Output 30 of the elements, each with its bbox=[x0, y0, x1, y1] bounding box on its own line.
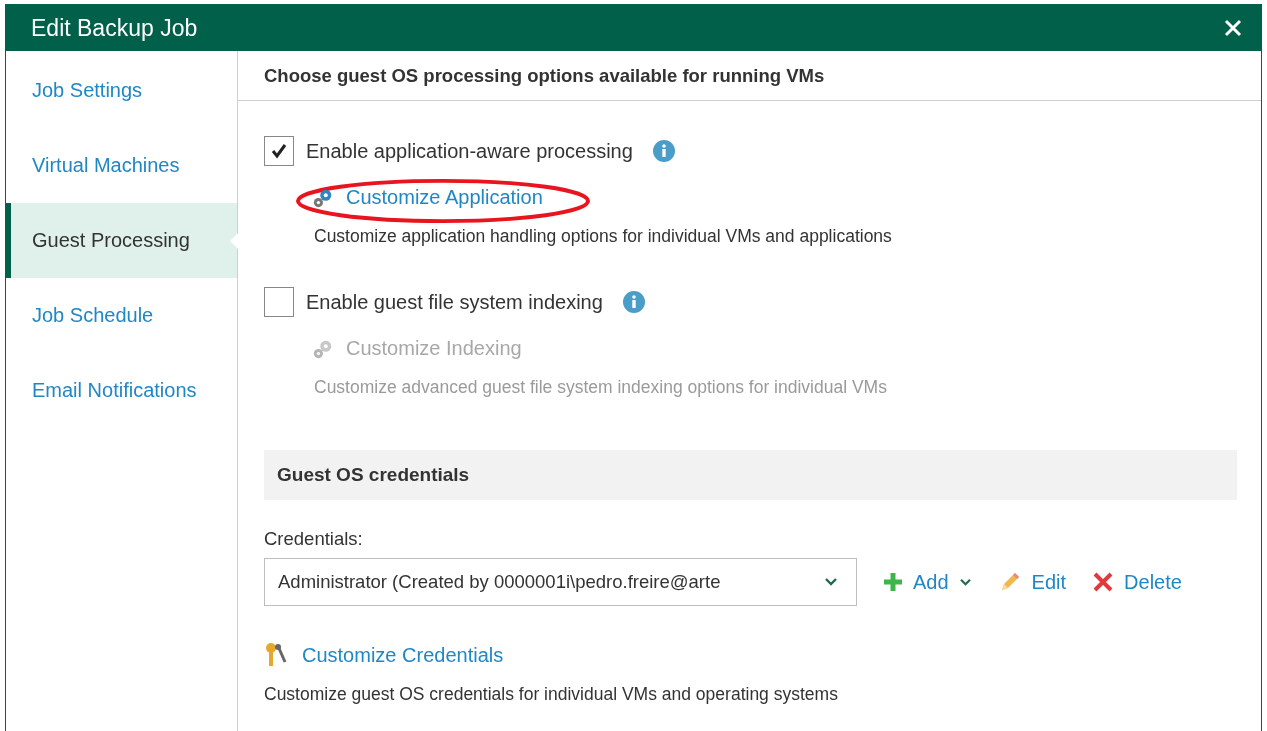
customize-credentials-link[interactable]: Customize Credentials bbox=[264, 642, 504, 668]
close-icon[interactable] bbox=[1223, 18, 1243, 38]
checkbox[interactable] bbox=[264, 136, 294, 166]
info-icon[interactable] bbox=[652, 140, 675, 162]
delete-button[interactable]: Delete bbox=[1092, 570, 1182, 594]
chevron-down-icon bbox=[824, 577, 838, 587]
credentials-dropdown[interactable]: Administrator (Created by 0000001i\pedro.freire@arte bbox=[264, 558, 857, 606]
section-title: Guest OS credentials bbox=[277, 464, 470, 486]
checkbox-label: Enable application-aware processing bbox=[306, 139, 633, 163]
info-icon[interactable] bbox=[622, 291, 645, 313]
field-label: Credentials: bbox=[264, 528, 364, 550]
checkbox[interactable] bbox=[264, 287, 294, 317]
sidebar-item[interactable]: Job Schedule bbox=[6, 278, 237, 353]
chevron-down-icon bbox=[958, 577, 972, 587]
edit-button[interactable]: Edit bbox=[997, 570, 1067, 594]
credentials-description: Customize guest OS credentials for individual VMs and operating systems bbox=[264, 684, 839, 705]
sidebar-item[interactable]: Guest Processing bbox=[6, 203, 237, 278]
sidebar-item[interactable]: Email Notifications bbox=[6, 353, 237, 428]
delete-icon bbox=[1092, 571, 1115, 593]
plus-icon bbox=[883, 572, 903, 592]
option-description: Customize application handling options for individual VMs and applications bbox=[314, 226, 893, 247]
checkmark-icon bbox=[269, 141, 289, 161]
option-description: Customize advanced guest file system indexing options for individual VMs bbox=[314, 377, 888, 398]
window-title: Edit Backup Job bbox=[31, 14, 198, 42]
keys-icon bbox=[264, 642, 288, 668]
sidebar-item[interactable]: Virtual Machines bbox=[6, 128, 237, 203]
section-heading: Choose guest OS processing options available for running VMs bbox=[238, 51, 1261, 101]
add-button[interactable]: Add bbox=[883, 570, 972, 594]
sidebar-item[interactable]: Job Settings bbox=[6, 53, 237, 128]
checkbox-label: Enable guest file system indexing bbox=[306, 290, 603, 314]
